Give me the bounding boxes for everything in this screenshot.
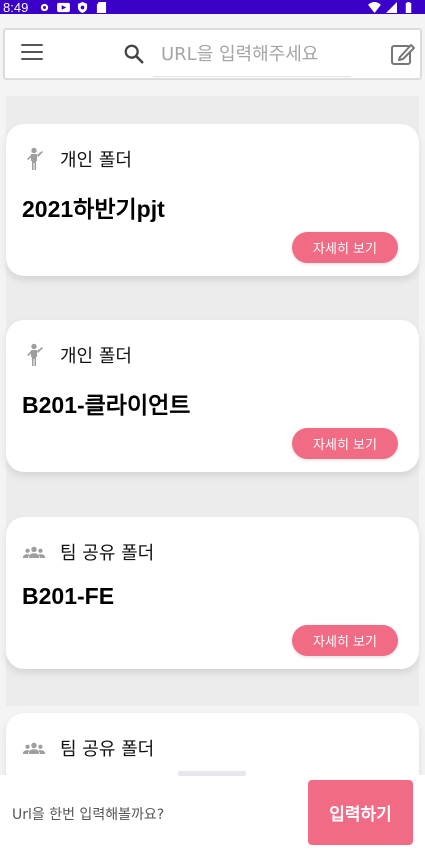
status-bar: 8:49 xyxy=(0,0,425,15)
view-details-button[interactable]: 자세히 보기 xyxy=(292,232,398,263)
folder-type-label: 개인 폴더 xyxy=(60,346,132,367)
sd-card-icon xyxy=(97,1,107,13)
person-icon xyxy=(27,147,43,170)
status-notification-icons xyxy=(38,1,108,13)
signal-icon xyxy=(386,1,397,13)
folder-card[interactable]: 팀 공유 폴더 xyxy=(6,713,419,780)
folder-card-header: 팀 공유 폴더 xyxy=(22,539,154,565)
drag-handle[interactable] xyxy=(178,771,246,776)
view-details-button[interactable]: 자세히 보기 xyxy=(292,428,398,459)
wifi-icon xyxy=(368,1,381,13)
search-icon[interactable] xyxy=(123,43,145,65)
search-underline xyxy=(153,76,351,77)
edit-icon[interactable] xyxy=(389,40,417,68)
bottom-input-panel: Url을 한번 입력해볼까요? 입력하기 xyxy=(0,771,425,862)
status-time: 8:49 xyxy=(3,0,29,15)
folder-card[interactable]: 팀 공유 폴더 B201-FE 자세히 보기 xyxy=(6,517,419,669)
folder-card[interactable]: 개인 폴더 2021하반기pjt 자세히 보기 xyxy=(6,124,419,276)
status-system-icons xyxy=(368,1,415,13)
folder-card-header: 팀 공유 폴더 xyxy=(22,735,154,761)
view-details-button[interactable]: 자세히 보기 xyxy=(292,625,398,656)
folder-card-header: 개인 폴더 xyxy=(22,146,132,172)
folder-title: B201-FE xyxy=(22,583,115,609)
hamburger-menu-icon[interactable] xyxy=(21,44,43,62)
person-icon xyxy=(27,343,43,366)
play-icon xyxy=(57,2,71,12)
top-search-bar xyxy=(3,28,422,80)
battery-icon xyxy=(405,1,412,13)
folder-type-label: 팀 공유 폴더 xyxy=(60,543,155,564)
url-search-input[interactable] xyxy=(161,40,371,68)
folder-title: B201-클라이언트 xyxy=(22,392,191,418)
folder-card-header: 개인 폴더 xyxy=(22,342,132,368)
folder-type-label: 팀 공유 폴더 xyxy=(60,739,155,760)
gear-icon xyxy=(41,3,49,11)
shield-icon xyxy=(78,1,88,13)
submit-url-button[interactable]: 입력하기 xyxy=(308,780,413,845)
folder-card[interactable]: 개인 폴더 B201-클라이언트 자세히 보기 xyxy=(6,320,419,472)
folder-list: 개인 폴더 2021하반기pjt 자세히 보기 개인 폴더 B201-클라이언트… xyxy=(0,90,425,780)
group-icon xyxy=(22,546,46,558)
group-icon xyxy=(22,742,46,754)
folder-type-label: 개인 폴더 xyxy=(60,150,132,171)
url-prompt-text: Url을 한번 입력해볼까요? xyxy=(12,807,165,823)
folder-title: 2021하반기pjt xyxy=(22,196,165,222)
